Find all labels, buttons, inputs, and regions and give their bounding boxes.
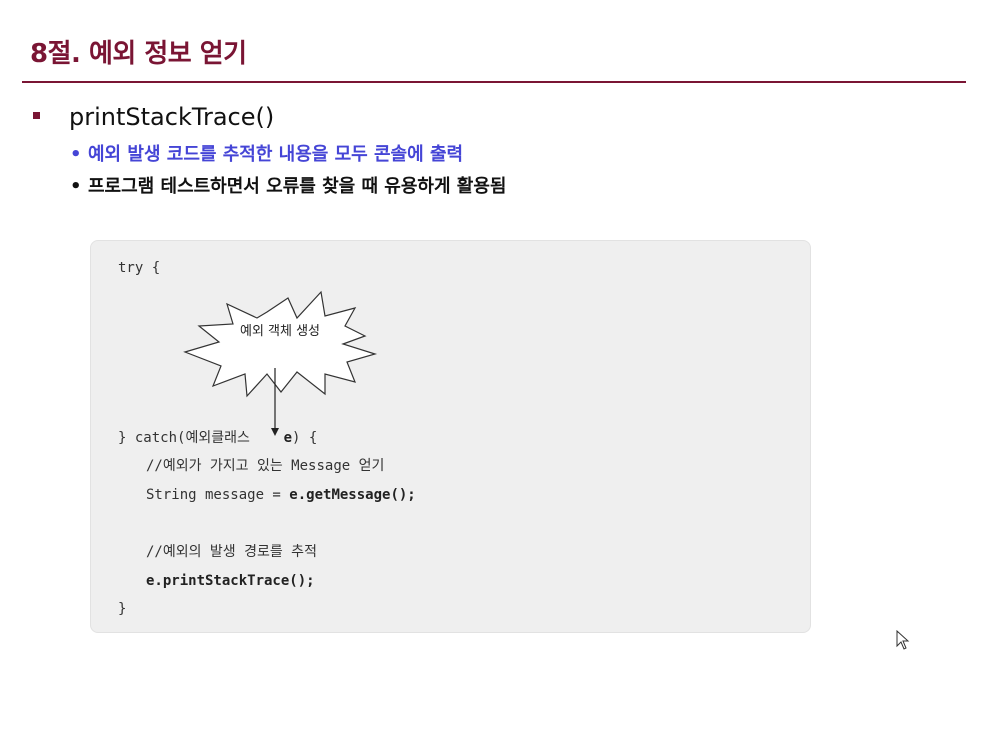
- slide-title: 8절. 예외 정보 얻기: [30, 39, 247, 69]
- catch-class: 예외클래스: [185, 430, 250, 446]
- code-line-catch: } catch(예외클래스 e) {: [118, 428, 317, 448]
- sub-bullet-item: • 예외 발생 코드를 추적한 내용을 모두 콘솔에 출력: [70, 142, 463, 168]
- burst-label: 예외 객체 생성: [239, 324, 321, 339]
- message-call: e.getMessage();: [289, 487, 416, 503]
- sub-bullet-text: 예외 발생 코드를 추적한 내용을 모두 콘솔에 출력: [88, 144, 464, 165]
- code-comment-trace: //예외의 발생 경로를 추적: [146, 544, 317, 560]
- code-line-trace: e.printStackTrace();: [146, 573, 315, 589]
- title-divider: [22, 81, 966, 83]
- code-comment-message: //예외가 가지고 있는 Message 얻기: [146, 458, 385, 474]
- catch-prefix: } catch(: [118, 430, 186, 446]
- code-line-message: String message = e.getMessage();: [146, 485, 416, 505]
- bullet-dot: •: [70, 144, 82, 165]
- starburst-shape: [183, 290, 378, 398]
- sub-bullet-text: 프로그램 테스트하면서 오류를 찾을 때 유용하게 활용됨: [88, 176, 507, 197]
- catch-suffix: ) {: [292, 430, 318, 446]
- mouse-pointer-icon: [896, 630, 910, 650]
- catch-var: e: [283, 430, 292, 446]
- main-bullet-label: printStackTrace(): [69, 103, 275, 131]
- code-line-try: try {: [118, 260, 161, 276]
- square-bullet-icon: [33, 112, 40, 119]
- message-prefix: String message =: [146, 487, 290, 503]
- exception-burst-diagram: [183, 290, 378, 436]
- bullet-dot: •: [70, 176, 82, 197]
- code-line-close: }: [118, 601, 127, 617]
- sub-bullet-item: • 프로그램 테스트하면서 오류를 찾을 때 유용하게 활용됨: [70, 174, 506, 200]
